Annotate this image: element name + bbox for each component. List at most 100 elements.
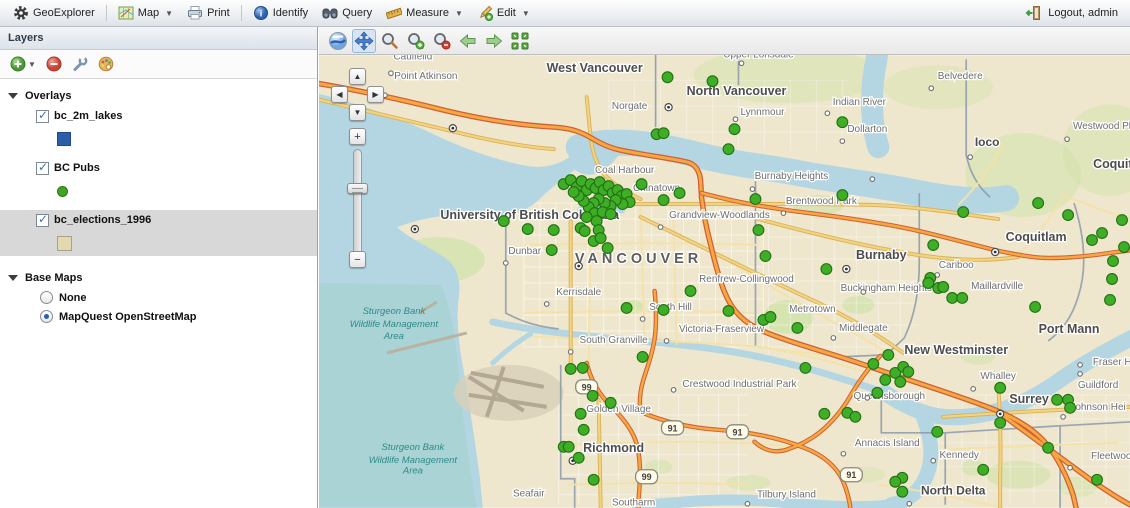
google-earth-button[interactable] bbox=[326, 29, 350, 53]
zoom-out-button[interactable] bbox=[430, 29, 454, 53]
map-place-label: Renfrew-Collingwood bbox=[699, 274, 794, 285]
map-place-label: Dunbar bbox=[508, 246, 541, 257]
map-menu-button[interactable]: Map ▼ bbox=[111, 3, 180, 23]
query-button[interactable]: Query bbox=[315, 3, 379, 23]
pub-dot bbox=[573, 452, 584, 463]
binoculars-icon bbox=[322, 5, 338, 21]
maximize-icon bbox=[510, 31, 530, 51]
selected-layer-band: ✓ bc_elections_1996 bbox=[0, 210, 317, 256]
base-maps-section[interactable]: Base Maps bbox=[0, 268, 317, 288]
layer-row-bc-elections-1996[interactable]: ✓ bc_elections_1996 bbox=[0, 210, 317, 230]
overlays-section[interactable]: Overlays bbox=[0, 86, 317, 106]
zoom-slider-track[interactable] bbox=[353, 149, 362, 257]
map-place-label: Port Mann bbox=[1039, 322, 1100, 336]
pan-right-button[interactable]: ▶ bbox=[367, 86, 384, 103]
previous-extent-button[interactable] bbox=[456, 29, 480, 53]
place-marker bbox=[1068, 465, 1073, 470]
radio-selected-icon[interactable] bbox=[40, 310, 53, 323]
svg-text:91: 91 bbox=[668, 423, 678, 433]
app-logo-item[interactable]: GeoExplorer bbox=[6, 3, 102, 23]
print-button[interactable]: Print bbox=[180, 3, 237, 23]
add-layer-button[interactable]: ▼ bbox=[10, 56, 36, 72]
print-label: Print bbox=[207, 7, 230, 19]
map-place-label: Caulfeild bbox=[393, 55, 432, 62]
pub-dot bbox=[1087, 235, 1098, 246]
layer-tree: Overlays ✓ bc_2m_lakes ✓ BC Pubs ✓ bc_el… bbox=[0, 79, 317, 326]
measure-menu-button[interactable]: Measure ▼ bbox=[379, 3, 470, 23]
map-place-label: Wildlife Management bbox=[350, 319, 439, 330]
map-canvas[interactable]: CaulfeildPoint AtkinsonWest VancouverUpp… bbox=[319, 55, 1130, 508]
chevron-down-icon: ▼ bbox=[165, 9, 173, 18]
highway-shield: 91 bbox=[662, 421, 684, 435]
map-place-label: Point Atkinson bbox=[394, 71, 457, 82]
zoom-out-icon bbox=[432, 31, 452, 51]
pub-dot bbox=[923, 278, 934, 289]
pan-left-button[interactable]: ◀ bbox=[331, 86, 348, 103]
pub-dot bbox=[605, 209, 616, 220]
radio-icon[interactable] bbox=[40, 291, 53, 304]
pub-dot bbox=[1030, 302, 1041, 313]
remove-layer-button[interactable] bbox=[46, 56, 62, 72]
layer-row-bc-pubs[interactable]: ✓ BC Pubs bbox=[0, 158, 317, 178]
highway-shield: 91 bbox=[840, 468, 862, 482]
map-place-label: Lynnmour bbox=[740, 107, 785, 118]
layer-properties-button[interactable] bbox=[72, 56, 88, 72]
zoom-in-button[interactable] bbox=[404, 29, 428, 53]
pub-dot bbox=[872, 387, 883, 398]
pub-dot bbox=[588, 474, 599, 485]
map-place-label: Area bbox=[402, 466, 423, 477]
pub-dot bbox=[674, 188, 685, 199]
zoom-box-button[interactable] bbox=[378, 29, 402, 53]
edit-styles-button[interactable] bbox=[98, 56, 114, 72]
pan-tool-button[interactable] bbox=[352, 29, 376, 53]
map-icon bbox=[118, 5, 134, 21]
max-extent-button[interactable] bbox=[508, 29, 532, 53]
toolbar-separator bbox=[241, 5, 242, 21]
pub-dot bbox=[1063, 210, 1074, 221]
layer-row-bc-2m-lakes[interactable]: ✓ bc_2m_lakes bbox=[0, 106, 317, 126]
layer-checkbox[interactable]: ✓ bbox=[36, 214, 49, 227]
next-extent-button[interactable] bbox=[482, 29, 506, 53]
place-marker bbox=[968, 155, 973, 160]
wrench-icon bbox=[72, 56, 88, 72]
map-place-label: Buckingham Heights bbox=[841, 283, 932, 294]
pub-dot bbox=[1108, 256, 1119, 267]
pan-up-button[interactable]: ▲ bbox=[349, 68, 366, 85]
logout-door-icon bbox=[1025, 5, 1041, 21]
pub-dot bbox=[903, 366, 914, 377]
measure-label: Measure bbox=[406, 7, 449, 19]
basemap-row-none[interactable]: None bbox=[0, 288, 317, 307]
place-marker bbox=[870, 177, 875, 182]
map-place-label: Coal Harbour bbox=[595, 165, 655, 176]
map-place-label: Fleetwood bbox=[1091, 451, 1130, 462]
map-viewport[interactable]: CaulfeildPoint AtkinsonWest VancouverUpp… bbox=[319, 55, 1130, 508]
zoom-out-map-button[interactable]: − bbox=[349, 251, 366, 268]
map-place-label: Southarm bbox=[612, 498, 655, 508]
map-place-label: Golden Village bbox=[586, 404, 651, 415]
layer-checkbox[interactable]: ✓ bbox=[36, 110, 49, 123]
basemap-label: None bbox=[59, 292, 87, 304]
map-place-label: Wildlife Management bbox=[369, 455, 458, 466]
map-place-label: Guildford bbox=[1078, 380, 1118, 391]
pub-dot bbox=[658, 305, 669, 316]
basemap-row-mapquest[interactable]: MapQuest OpenStreetMap bbox=[0, 307, 317, 326]
identify-button[interactable]: i Identify bbox=[246, 3, 315, 23]
place-marker bbox=[907, 501, 912, 506]
pub-dot bbox=[958, 207, 969, 218]
place-marker bbox=[1065, 137, 1070, 142]
edit-menu-button[interactable]: Edit ▼ bbox=[470, 3, 537, 23]
zoom-in-map-button[interactable]: + bbox=[349, 128, 366, 145]
place-marker bbox=[1061, 415, 1066, 420]
add-layer-icon bbox=[10, 56, 26, 72]
svg-text:91: 91 bbox=[846, 470, 856, 480]
zoom-slider-handle[interactable] bbox=[347, 183, 368, 194]
map-place-label: Ioco bbox=[975, 135, 1000, 149]
pan-down-button[interactable]: ▼ bbox=[349, 104, 366, 121]
palette-icon bbox=[98, 56, 114, 72]
place-marker bbox=[503, 261, 508, 266]
place-marker bbox=[575, 262, 582, 269]
logout-button[interactable]: Logout, admin bbox=[1046, 5, 1120, 21]
pub-dot bbox=[707, 76, 718, 87]
layer-checkbox[interactable]: ✓ bbox=[36, 162, 49, 175]
magnifier-icon bbox=[380, 31, 400, 51]
